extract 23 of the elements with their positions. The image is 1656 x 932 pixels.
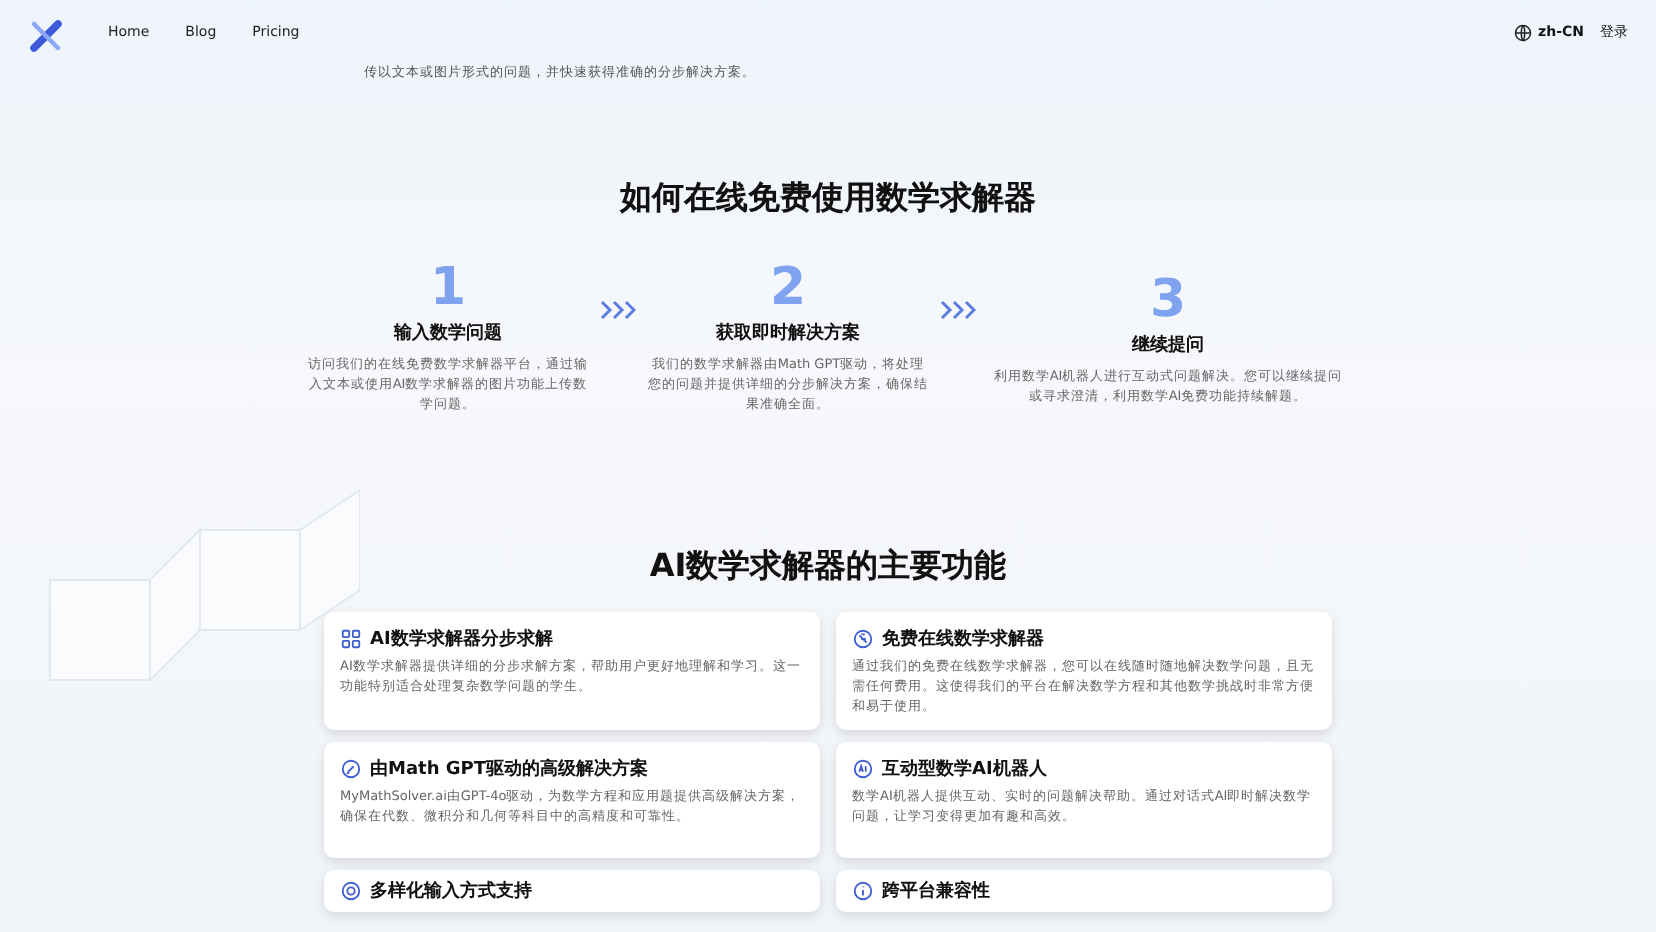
step-number: 1 xyxy=(429,260,467,316)
step-title: 继续提问 xyxy=(1132,332,1204,358)
grid-icon xyxy=(340,628,362,650)
step-number: 3 xyxy=(1149,272,1187,328)
feature-title: 跨平台兼容性 xyxy=(882,878,990,904)
feature-title: 多样化输入方式支持 xyxy=(370,878,532,904)
step-title: 获取即时解决方案 xyxy=(716,320,860,346)
feature-title: 免费在线数学求解器 xyxy=(882,626,1044,652)
section-title: 如何在线免费使用数学求解器 xyxy=(617,178,1038,220)
pen-icon xyxy=(340,758,362,780)
chevrons-icon xyxy=(600,300,636,320)
feature-title: 由Math GPT驱动的高级解决方案 xyxy=(370,756,648,782)
step-title: 输入数学问题 xyxy=(394,320,502,346)
globe-icon xyxy=(1514,23,1533,41)
info-icon xyxy=(852,880,874,902)
step-number: 2 xyxy=(769,260,807,316)
feature-title: 互动型数学AI机器人 xyxy=(882,757,1047,782)
target-icon xyxy=(340,880,362,902)
ai-icon xyxy=(852,758,874,780)
chevrons-icon xyxy=(940,300,976,320)
section-title: AI数学求解器的主要功能 xyxy=(647,546,1009,588)
feature-title: AI数学求解器分步求解 xyxy=(370,626,553,652)
logo-icon[interactable] xyxy=(28,18,64,54)
